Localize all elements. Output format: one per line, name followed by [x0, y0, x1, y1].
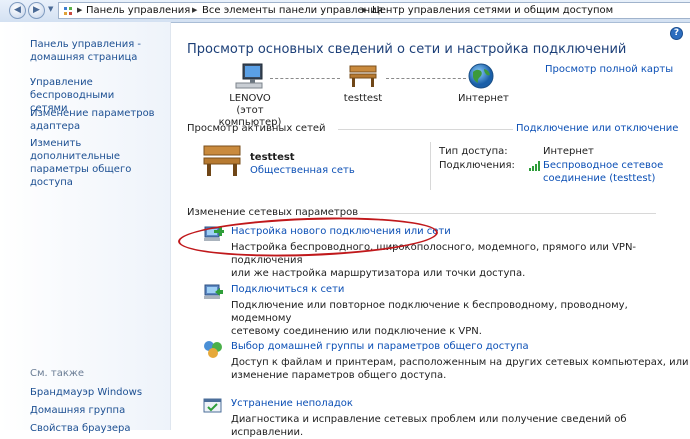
- see-also-firewall[interactable]: Брандмауэр Windows: [30, 386, 165, 399]
- control-panel-icon: [63, 6, 73, 16]
- wireless-connection-link[interactable]: Беспроводное сетевое соединение (testtes…: [543, 159, 663, 185]
- see-also-title: См. также: [30, 368, 85, 379]
- connection-line: [386, 78, 466, 79]
- active-networks-header: Просмотр активных сетей: [187, 123, 326, 134]
- sidebar-link-sharing-settings[interactable]: Изменить дополнительные параметры общего…: [30, 137, 165, 189]
- task-troubleshoot-link[interactable]: Устранение неполадок: [231, 398, 353, 409]
- node-label-network: testtest: [343, 93, 383, 104]
- connect-disconnect-link[interactable]: Подключение или отключение: [516, 123, 678, 134]
- wireless-signal-icon: [529, 161, 540, 171]
- change-settings-header: Изменение сетевых параметров: [187, 207, 359, 218]
- network-name: testtest: [250, 152, 295, 163]
- bench-icon: [349, 65, 377, 87]
- forward-button[interactable]: ▶: [28, 2, 45, 19]
- breadcrumb-item-control-panel[interactable]: Панель управления: [86, 5, 190, 16]
- see-also-browser-properties[interactable]: Свойства браузера: [30, 422, 165, 435]
- address-field[interactable]: ▶ Панель управления ▶ Все элементы панел…: [58, 2, 690, 19]
- breadcrumb-item-all-items[interactable]: Все элементы панели управления: [202, 5, 383, 16]
- breadcrumb-separator-icon: ▶: [77, 6, 83, 14]
- task-homegroup-desc: Доступ к файлам и принтерам, расположенн…: [231, 357, 689, 381]
- bench-icon: [203, 145, 241, 176]
- homegroup-icon: [204, 341, 222, 358]
- connect-network-icon: [204, 284, 223, 299]
- task-connect-link[interactable]: Подключиться к сети: [231, 284, 344, 295]
- sidebar-link-adapter-settings[interactable]: Изменение параметров адаптера: [30, 107, 165, 133]
- globe-icon: [468, 63, 494, 89]
- divider: [338, 129, 513, 130]
- forward-arrow-icon: ▶: [33, 5, 40, 15]
- node-label-internet: Интернет: [458, 93, 509, 104]
- help-icon[interactable]: ?: [670, 27, 683, 40]
- task-troubleshoot-desc: Диагностика и исправление сетевых пробле…: [231, 414, 627, 438]
- connections-label: Подключения:: [439, 160, 515, 171]
- address-bar: ◀ ▶ ▼ ▶ Панель управления ▶ Все элементы…: [0, 0, 690, 23]
- breadcrumb-separator-icon[interactable]: ▶: [192, 6, 197, 14]
- full-map-link[interactable]: Просмотр полной карты: [545, 64, 673, 75]
- vertical-divider: [430, 142, 431, 190]
- network-type-link[interactable]: Общественная сеть: [250, 165, 355, 176]
- page-title: Просмотр основных сведений о сети и наст…: [187, 42, 627, 57]
- back-arrow-icon: ◀: [14, 5, 21, 15]
- breadcrumb-item-network-center[interactable]: Центр управления сетями и общим доступом: [372, 5, 613, 16]
- breadcrumb-separator-icon[interactable]: ▶: [362, 6, 367, 14]
- access-type-value: Интернет: [543, 146, 594, 157]
- divider: [360, 213, 656, 214]
- computer-icon: [235, 63, 263, 89]
- history-dropdown-icon[interactable]: ▼: [48, 5, 53, 13]
- access-type-label: Тип доступа:: [439, 146, 508, 157]
- back-button[interactable]: ◀: [9, 2, 26, 19]
- task-homegroup-link[interactable]: Выбор домашней группы и параметров общег…: [231, 341, 529, 352]
- task-connect-desc: Подключение или повторное подключение к …: [231, 300, 628, 337]
- see-also-homegroup[interactable]: Домашняя группа: [30, 404, 165, 417]
- sidebar-link-control-panel-home[interactable]: Панель управления - домашняя страница: [30, 38, 165, 64]
- connection-line: [270, 78, 340, 79]
- troubleshoot-icon: [203, 398, 222, 413]
